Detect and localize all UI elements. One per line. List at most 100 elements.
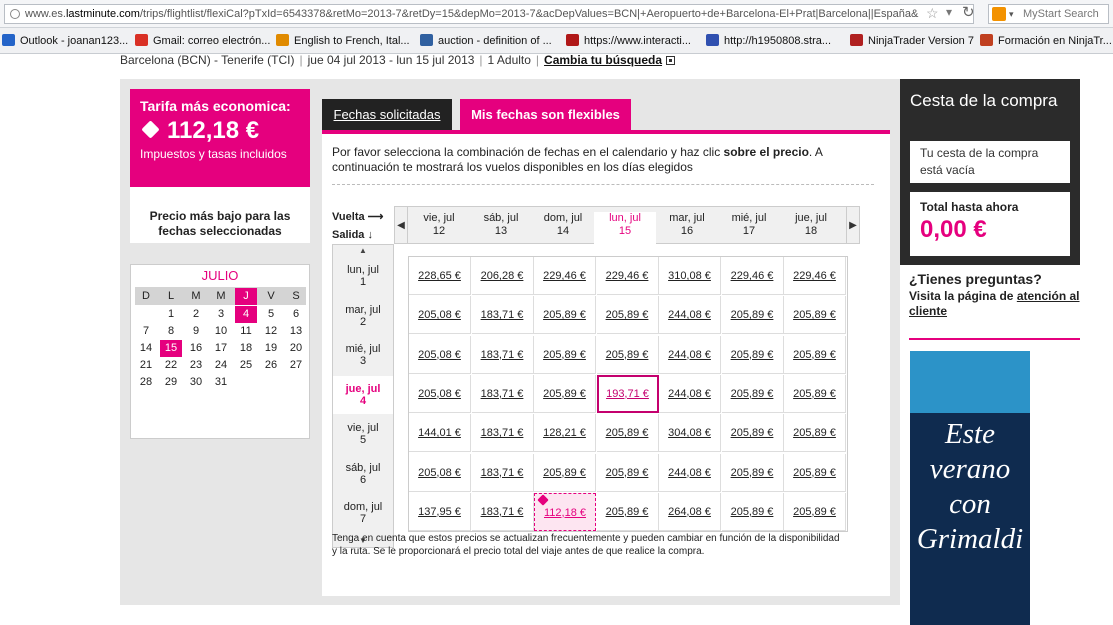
- search-input[interactable]: ▾ MyStart Search: [988, 4, 1109, 24]
- grimaldi-ad-banner[interactable]: Este verano con Grimaldi: [910, 351, 1030, 625]
- tab-requested-dates[interactable]: Fechas solicitadas: [322, 99, 452, 130]
- calendar-day[interactable]: 16: [185, 340, 207, 357]
- depart-date-row-header[interactable]: lun, jul 1: [333, 257, 393, 295]
- price-cell[interactable]: 229,46 €: [721, 257, 784, 295]
- bookmark-star-icon[interactable]: ☆: [926, 5, 939, 22]
- return-date-column-header[interactable]: lun, jul 15: [594, 212, 656, 244]
- bookmark-item[interactable]: auction - definition of ...: [420, 32, 552, 50]
- price-cell[interactable]: 112,18 €: [534, 492, 596, 531]
- price-cell[interactable]: 229,46 €: [784, 257, 846, 295]
- price-cell[interactable]: 137,95 €: [409, 492, 471, 531]
- price-cell[interactable]: 144,01 €: [409, 414, 471, 453]
- price-cell[interactable]: 244,08 €: [659, 296, 721, 335]
- price-cell[interactable]: 205,89 €: [784, 374, 846, 413]
- calendar-day[interactable]: 30: [185, 374, 207, 391]
- bookmark-item[interactable]: Formación en NinjaTr...: [980, 32, 1112, 50]
- calendar-day[interactable]: 18: [235, 340, 257, 357]
- price-cell[interactable]: 244,08 €: [659, 374, 721, 413]
- calendar-day[interactable]: 13: [285, 323, 307, 340]
- price-cell[interactable]: 183,71 €: [471, 414, 534, 453]
- next-return-arrow-icon[interactable]: ▶: [846, 206, 860, 244]
- calendar-day[interactable]: 24: [210, 357, 232, 374]
- price-cell[interactable]: 205,89 €: [596, 296, 659, 335]
- return-date-column-header[interactable]: vie, jul 12: [408, 212, 470, 246]
- depart-date-row-header[interactable]: mar, jul 2: [333, 297, 393, 335]
- price-cell[interactable]: 205,89 €: [596, 414, 659, 453]
- return-date-column-header[interactable]: dom, jul 14: [532, 212, 594, 246]
- calendar-day[interactable]: 17: [210, 340, 232, 357]
- price-cell[interactable]: 128,21 €: [534, 414, 596, 453]
- price-cell[interactable]: 228,65 €: [409, 257, 471, 295]
- price-cell[interactable]: 205,89 €: [534, 374, 596, 413]
- price-cell[interactable]: 205,89 €: [721, 374, 784, 413]
- price-cell[interactable]: 193,71 €: [596, 374, 659, 413]
- address-bar[interactable]: www.es.lastminute.com/trips/flightlist/f…: [4, 4, 974, 24]
- depart-date-row-header[interactable]: mié, jul 3: [333, 336, 393, 374]
- calendar-day[interactable]: 11: [235, 323, 257, 340]
- price-cell[interactable]: 205,89 €: [784, 453, 846, 492]
- price-cell[interactable]: 205,89 €: [721, 335, 784, 374]
- return-date-column-header[interactable]: mié, jul 17: [718, 212, 780, 246]
- calendar-day[interactable]: 25: [235, 357, 257, 374]
- calendar-day[interactable]: 23: [185, 357, 207, 374]
- bookmark-item[interactable]: Outlook - joanan123...: [2, 32, 128, 50]
- depart-date-row-header[interactable]: jue, jul 4: [333, 375, 393, 414]
- bookmark-item[interactable]: English to French, Ital...: [276, 32, 410, 50]
- price-cell[interactable]: 304,08 €: [659, 414, 721, 453]
- price-cell[interactable]: 205,89 €: [534, 296, 596, 335]
- price-cell[interactable]: 229,46 €: [596, 257, 659, 295]
- price-cell[interactable]: 206,28 €: [471, 257, 534, 295]
- return-date-column-header[interactable]: jue, jul 18: [780, 212, 842, 246]
- price-cell[interactable]: 264,08 €: [659, 492, 721, 531]
- prev-depart-arrow-icon[interactable]: ▲: [333, 245, 393, 257]
- calendar-day[interactable]: 27: [285, 357, 307, 374]
- depart-date-row-header[interactable]: vie, jul 5: [333, 415, 393, 453]
- bookmark-item[interactable]: https://www.interacti...: [566, 32, 691, 50]
- calendar-day[interactable]: 26: [260, 357, 282, 374]
- price-cell[interactable]: 205,08 €: [409, 335, 471, 374]
- price-cell[interactable]: 205,08 €: [409, 374, 471, 413]
- calendar-day[interactable]: 31: [210, 374, 232, 391]
- search-engine-icon[interactable]: [992, 7, 1006, 21]
- price-cell[interactable]: 183,71 €: [471, 296, 534, 335]
- calendar-day[interactable]: 10: [210, 323, 232, 340]
- calendar-day[interactable]: 5: [260, 306, 282, 323]
- calendar-day[interactable]: 22: [160, 357, 182, 374]
- bookmark-item[interactable]: http://h1950808.stra...: [706, 32, 831, 50]
- toggle-box-icon[interactable]: [666, 56, 676, 65]
- calendar-day[interactable]: 19: [260, 340, 282, 357]
- bookmark-item[interactable]: NinjaTrader Version 7: [850, 32, 974, 50]
- reload-icon[interactable]: ↻: [962, 3, 975, 21]
- price-cell[interactable]: 205,89 €: [596, 492, 659, 531]
- calendar-day[interactable]: 2: [185, 306, 207, 323]
- calendar-day[interactable]: 28: [135, 374, 157, 391]
- price-cell[interactable]: 205,89 €: [784, 296, 846, 335]
- prev-return-arrow-icon[interactable]: ◀: [394, 206, 408, 244]
- price-cell[interactable]: 183,71 €: [471, 374, 534, 413]
- price-cell[interactable]: 244,08 €: [659, 335, 721, 374]
- change-search-link[interactable]: Cambia tu búsqueda: [544, 54, 662, 67]
- price-cell[interactable]: 205,89 €: [721, 453, 784, 492]
- depart-date-row-header[interactable]: dom, jul 7: [333, 494, 393, 532]
- tab-flexible-dates[interactable]: Mis fechas son flexibles: [460, 99, 631, 130]
- calendar-day[interactable]: 20: [285, 340, 307, 357]
- price-cell[interactable]: 183,71 €: [471, 453, 534, 492]
- calendar-day[interactable]: 6: [285, 306, 307, 323]
- price-cell[interactable]: 205,89 €: [534, 453, 596, 492]
- price-cell[interactable]: 205,89 €: [721, 296, 784, 335]
- calendar-day[interactable]: 29: [160, 374, 182, 391]
- bookmark-item[interactable]: Gmail: correo electrón...: [135, 32, 270, 50]
- price-cell[interactable]: 205,89 €: [784, 335, 846, 374]
- calendar-day[interactable]: 7: [135, 323, 157, 340]
- price-cell[interactable]: 205,89 €: [784, 414, 846, 453]
- calendar-day[interactable]: 4: [235, 306, 257, 323]
- depart-date-row-header[interactable]: sáb, jul 6: [333, 455, 393, 493]
- calendar-day[interactable]: 12: [260, 323, 282, 340]
- price-cell[interactable]: 205,08 €: [409, 296, 471, 335]
- calendar-day[interactable]: 1: [160, 306, 182, 323]
- price-cell[interactable]: 205,89 €: [596, 335, 659, 374]
- calendar-day[interactable]: 21: [135, 357, 157, 374]
- dropdown-arrow-icon[interactable]: ▾: [946, 5, 952, 19]
- price-cell[interactable]: 205,89 €: [534, 335, 596, 374]
- price-cell[interactable]: 205,89 €: [596, 453, 659, 492]
